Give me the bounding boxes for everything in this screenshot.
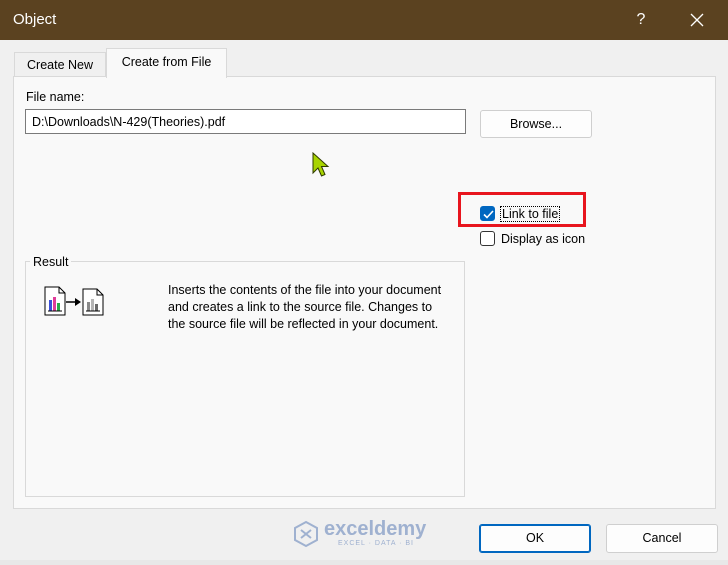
help-button[interactable]: ? — [618, 4, 664, 36]
cancel-button[interactable]: Cancel — [606, 524, 718, 553]
tab-create-from-file[interactable]: Create from File — [106, 48, 227, 78]
link-file-icon — [44, 286, 104, 316]
watermark-brand: exceldemy — [324, 518, 427, 540]
mouse-cursor-icon — [312, 152, 330, 177]
file-name-input[interactable] — [25, 109, 466, 134]
close-icon — [690, 13, 704, 27]
close-button[interactable] — [674, 4, 720, 36]
browse-button[interactable]: Browse... — [480, 110, 592, 138]
browse-label: Browse... — [509, 117, 563, 131]
title-bar: Object ? — [0, 0, 728, 40]
exceldemy-logo-icon — [294, 520, 318, 548]
highlight-box — [458, 192, 586, 227]
tab-create-new[interactable]: Create New — [14, 52, 106, 77]
display-as-icon-label: Display as icon — [501, 232, 586, 246]
result-legend: Result — [30, 255, 72, 269]
file-name-label: File name: — [26, 90, 85, 104]
window-title: Object — [13, 11, 57, 28]
result-description: Inserts the contents of the file into yo… — [168, 283, 442, 331]
watermark: exceldemy EXCEL · DATA · BI — [292, 518, 442, 550]
background-strip — [0, 560, 728, 565]
display-as-icon-checkbox[interactable] — [480, 231, 495, 246]
ok-button[interactable]: OK — [479, 524, 591, 553]
watermark-tagline: EXCEL · DATA · BI — [338, 540, 414, 547]
